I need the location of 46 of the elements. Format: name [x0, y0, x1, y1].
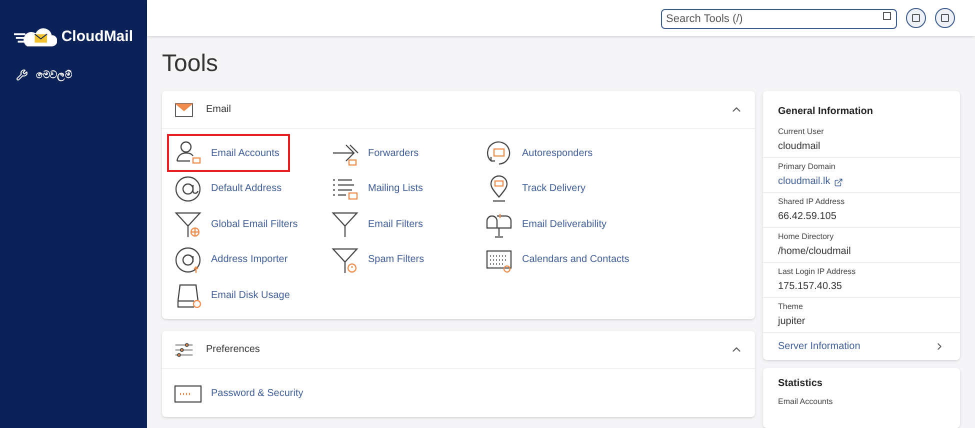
at-sign-icon: [174, 174, 202, 202]
tool-link[interactable]: Autoresponders: [483, 139, 593, 167]
square-icon: [883, 12, 891, 20]
page-title: Tools: [162, 49, 220, 79]
tool-link[interactable]: Calendars and Contacts: [483, 246, 630, 274]
tool-link[interactable]: Forwarders: [329, 139, 419, 167]
server-information-link[interactable]: Server Information: [763, 332, 960, 360]
filter-warning-icon: [331, 246, 359, 274]
filter-globe-icon: [174, 210, 202, 238]
search-field[interactable]: Search Tools (/): [661, 9, 897, 29]
circular-envelope-icon: [485, 139, 513, 167]
field-label: Last Login IP Address: [778, 266, 857, 278]
tool-link[interactable]: Default Address: [172, 174, 282, 202]
field-value: jupiter: [778, 315, 806, 329]
logo-text: CloudMail: [61, 26, 133, 47]
tool-link[interactable]: Mailing Lists: [329, 174, 424, 202]
field-label: Email Accounts: [777, 396, 834, 408]
field-label: Shared IP Address: [778, 196, 846, 208]
tool-link[interactable]: Email Accounts: [172, 139, 286, 167]
field-label: Primary Domain: [778, 161, 836, 173]
field-label: Theme: [778, 301, 804, 313]
tool-link[interactable]: Email Filters: [329, 210, 424, 238]
field-value: cloudmail: [778, 140, 822, 154]
field-value: 66.42.59.105: [778, 210, 838, 224]
tool-link[interactable]: Password & Security: [172, 379, 304, 407]
user-menu-button[interactable]: [906, 8, 926, 28]
tool-link[interactable]: Email Disk Usage: [172, 281, 290, 309]
notifications-button[interactable]: [935, 8, 955, 28]
field-value: /home/cloudmail: [778, 245, 852, 259]
tool-link[interactable]: Address Importer: [172, 246, 288, 274]
filter-icon: [331, 210, 359, 238]
field-label: Current User: [778, 126, 825, 138]
tools-icon: [16, 69, 28, 81]
tool-link[interactable]: Track Delivery: [483, 174, 586, 202]
tool-link[interactable]: Global Email Filters: [172, 210, 298, 238]
card-title: General Information: [777, 105, 874, 119]
tool-link[interactable]: Spam Filters: [329, 246, 424, 274]
field-value: 175.157.40.35: [778, 280, 843, 294]
section-title: Email: [206, 103, 232, 117]
sidebar-item[interactable]: මෙවලම්: [4, 64, 143, 86]
card-title: Statistics: [777, 377, 824, 391]
tool-link[interactable]: Email Deliverability: [483, 210, 606, 238]
external-link-icon: [834, 178, 844, 186]
domain-link[interactable]: cloudmail.lk: [778, 174, 945, 190]
section-title: Preferences: [206, 343, 260, 357]
field-label: Home Directory: [778, 231, 835, 243]
